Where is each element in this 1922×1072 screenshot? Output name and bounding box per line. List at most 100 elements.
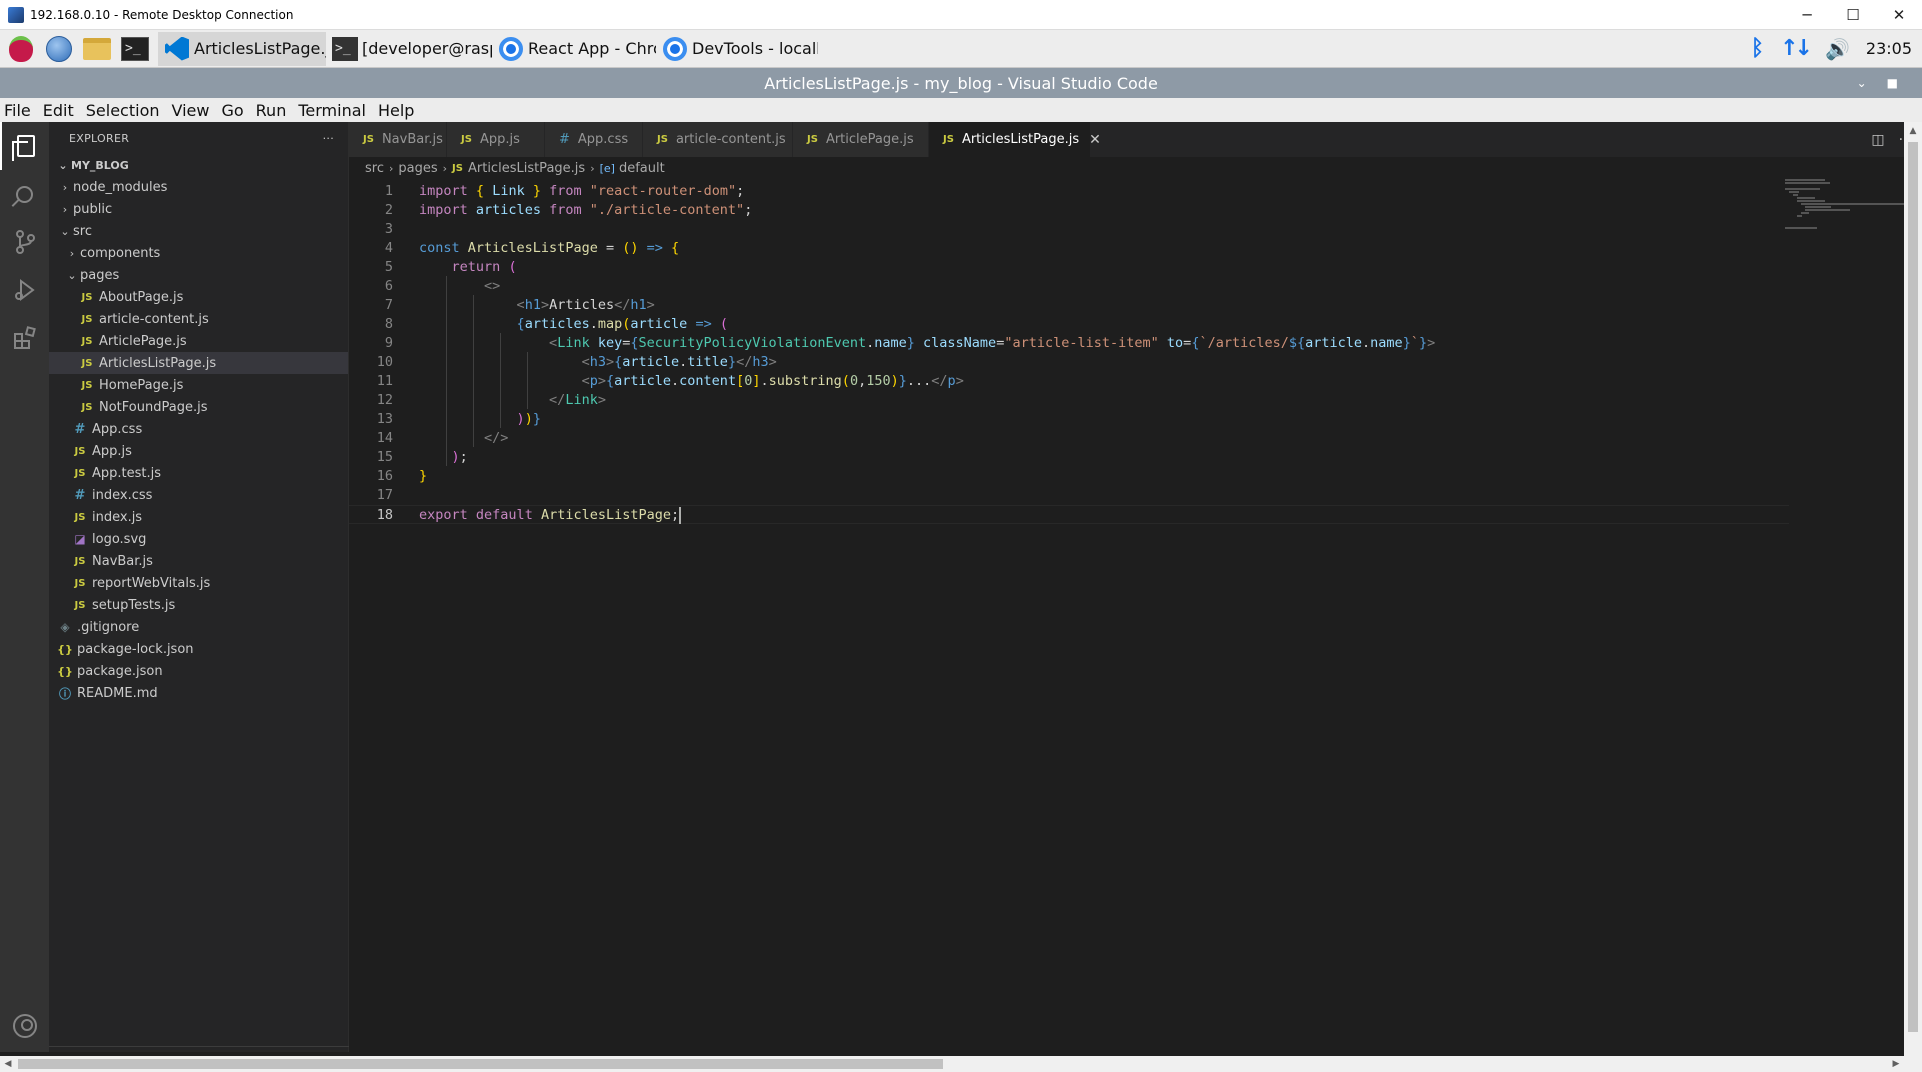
tab-navbar-js[interactable]: JS NavBar.js xyxy=(349,122,447,157)
scroll-right-arrow-icon[interactable]: ▶ xyxy=(1888,1056,1904,1072)
tree-item[interactable]: ⌄ pages xyxy=(49,264,348,286)
code-line[interactable]: 12 </Link> xyxy=(349,391,1789,410)
menu-edit[interactable]: Edit xyxy=(43,101,74,120)
code-line[interactable]: 4 const ArticlesListPage = () => { xyxy=(349,239,1789,258)
rdp-minimize-button[interactable]: ─ xyxy=(1784,0,1830,30)
tree-item[interactable]: {} package.json xyxy=(49,660,348,682)
code-line[interactable]: 8 {articles.map(article => ( xyxy=(349,315,1789,334)
raspberry-menu-button[interactable] xyxy=(4,32,38,66)
taskbar-task-2[interactable]: React App - Chromium xyxy=(492,32,656,66)
menu-go[interactable]: Go xyxy=(221,101,243,120)
js-file-icon: JS xyxy=(74,599,86,611)
breadcrumb-src[interactable]: src xyxy=(365,161,384,176)
code-line[interactable]: 18 export default ArticlesListPage; xyxy=(349,505,1789,524)
rdp-maximize-button[interactable]: ☐ xyxy=(1830,0,1876,30)
taskbar-task-3[interactable]: DevTools - localhost:... xyxy=(656,32,818,66)
workspace-root[interactable]: ⌄ MY_BLOG xyxy=(49,154,348,176)
tree-item[interactable]: JS ArticlesListPage.js xyxy=(49,352,348,374)
vertical-scroll-thumb[interactable] xyxy=(1908,142,1918,1032)
code-line[interactable]: 7 <h1>Articles</h1> xyxy=(349,296,1789,315)
file-manager-launcher[interactable] xyxy=(80,32,114,66)
menu-help[interactable]: Help xyxy=(378,101,414,120)
taskbar-task-0[interactable]: ArticlesListPage.js - ... xyxy=(158,31,326,66)
tab-app-js[interactable]: JS App.js xyxy=(447,122,545,157)
extensions-activity-button[interactable] xyxy=(0,314,49,362)
tree-item[interactable]: JS index.js xyxy=(49,506,348,528)
vertical-scrollbar[interactable]: ▲ xyxy=(1904,122,1922,1056)
tree-item[interactable]: › public xyxy=(49,198,348,220)
rdp-close-button[interactable]: ✕ xyxy=(1876,0,1922,30)
horizontal-scrollbar[interactable]: ◀ ▶ xyxy=(0,1056,1922,1072)
tree-item[interactable]: ◪ logo.svg xyxy=(49,528,348,550)
window-menu-chevron-icon[interactable]: ⌄ xyxy=(1857,76,1867,90)
terminal-launcher[interactable]: >_ xyxy=(118,32,152,66)
scroll-up-arrow-icon[interactable]: ▲ xyxy=(1904,122,1922,140)
tree-item[interactable]: # App.css xyxy=(49,418,348,440)
tree-item[interactable]: JS setupTests.js xyxy=(49,594,348,616)
menu-terminal[interactable]: Terminal xyxy=(298,101,366,120)
horizontal-scroll-thumb[interactable] xyxy=(18,1059,943,1069)
code-line[interactable]: 3 xyxy=(349,220,1789,239)
tree-item[interactable]: JS App.test.js xyxy=(49,462,348,484)
tree-item[interactable]: › components xyxy=(49,242,348,264)
code-line[interactable]: 15 ); xyxy=(349,448,1789,467)
code-line[interactable]: 10 <h3>{article.title}</h3> xyxy=(349,353,1789,372)
tab-articlepage-js[interactable]: JS ArticlePage.js xyxy=(793,122,929,157)
tree-item[interactable]: JS AboutPage.js xyxy=(49,286,348,308)
accounts-activity-button[interactable] xyxy=(0,1002,49,1050)
tree-item[interactable]: ⓘ README.md xyxy=(49,682,348,704)
tree-item[interactable]: ⌄ src xyxy=(49,220,348,242)
code-line[interactable]: 9 <Link key={SecurityPolicyViolationEven… xyxy=(349,334,1789,353)
explorer-activity-button[interactable] xyxy=(0,122,49,170)
taskbar-task-1[interactable]: >_[developer@raspberr... xyxy=(326,32,492,66)
clock[interactable]: 23:05 xyxy=(1866,39,1912,58)
code-line[interactable]: 6 <> xyxy=(349,277,1789,296)
extensions-icon xyxy=(13,326,36,349)
tree-item[interactable]: {} package-lock.json xyxy=(49,638,348,660)
tab-article-content-js[interactable]: JS article-content.js xyxy=(643,122,793,157)
menu-view[interactable]: View xyxy=(172,101,210,120)
tab-articleslistpage-js[interactable]: JS ArticlesListPage.js ✕ xyxy=(929,122,1101,157)
scroll-left-arrow-icon[interactable]: ◀ xyxy=(0,1056,16,1072)
network-icon[interactable]: ↑↓ xyxy=(1780,36,1813,61)
code-line[interactable]: 2 import articles from "./article-content… xyxy=(349,201,1789,220)
code-line[interactable]: 1 import { Link } from "react-router-dom"… xyxy=(349,182,1789,201)
tree-item[interactable]: › node_modules xyxy=(49,176,348,198)
tree-item[interactable]: JS App.js xyxy=(49,440,348,462)
breadcrumb-pages[interactable]: pages xyxy=(398,161,437,176)
close-icon[interactable]: ✕ xyxy=(1089,132,1101,148)
tree-item[interactable]: JS HomePage.js xyxy=(49,374,348,396)
code-line[interactable]: 14 </> xyxy=(349,429,1789,448)
tree-item[interactable]: JS NavBar.js xyxy=(49,550,348,572)
window-maximize-button[interactable]: ■ xyxy=(1887,76,1898,90)
run-debug-activity-button[interactable] xyxy=(0,266,49,314)
menu-file[interactable]: File xyxy=(4,101,31,120)
menu-run[interactable]: Run xyxy=(256,101,287,120)
explorer-more-actions-button[interactable]: ··· xyxy=(323,132,334,145)
bluetooth-icon[interactable]: ᛒ xyxy=(1751,36,1764,61)
volume-icon[interactable]: 🔊 xyxy=(1825,37,1850,61)
tree-item[interactable]: JS NotFoundPage.js xyxy=(49,396,348,418)
web-browser-launcher[interactable] xyxy=(42,32,76,66)
code-line[interactable]: 13 ))} xyxy=(349,410,1789,429)
split-editor-icon[interactable]: ◫ xyxy=(1871,132,1884,148)
breadcrumb-symbol[interactable]: default xyxy=(619,161,665,176)
code-line[interactable]: 16} xyxy=(349,467,1789,486)
breadcrumb-file[interactable]: ArticlesListPage.js xyxy=(468,161,585,176)
outline-section[interactable] xyxy=(49,1046,349,1052)
tree-item[interactable]: JS ArticlePage.js xyxy=(49,330,348,352)
source-control-activity-button[interactable] xyxy=(0,218,49,266)
search-activity-button[interactable] xyxy=(0,170,49,218)
code-line[interactable]: 11 <p>{article.content[0].substring(0,15… xyxy=(349,372,1789,391)
code-line[interactable]: 17 xyxy=(349,486,1789,505)
tree-item[interactable]: # index.css xyxy=(49,484,348,506)
menu-selection[interactable]: Selection xyxy=(86,101,160,120)
tab-app-css[interactable]: # App.css xyxy=(545,122,643,157)
tree-item[interactable]: JS article-content.js xyxy=(49,308,348,330)
chevron-right-icon: › xyxy=(62,180,68,194)
tree-item[interactable]: JS reportWebVitals.js xyxy=(49,572,348,594)
minimap[interactable] xyxy=(1785,179,1905,239)
code-editor[interactable]: 1 import { Link } from "react-router-dom"… xyxy=(349,179,1904,1056)
tree-item[interactable]: ◈ .gitignore xyxy=(49,616,348,638)
code-line[interactable]: 5 return ( xyxy=(349,258,1789,277)
